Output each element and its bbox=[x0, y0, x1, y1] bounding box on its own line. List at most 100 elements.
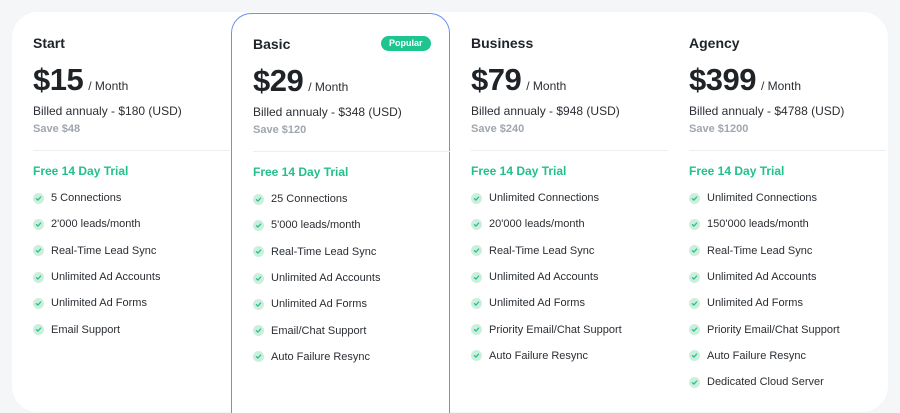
feature-label: Auto Failure Resync bbox=[489, 349, 589, 362]
check-icon bbox=[253, 193, 264, 205]
divider bbox=[689, 150, 886, 151]
feature-list: 25 Connections 5'000 leads/month Real-Ti… bbox=[253, 186, 380, 370]
feature-label: Auto Failure Resync bbox=[271, 350, 371, 363]
plan-name: Basic bbox=[253, 36, 291, 52]
billed-annually-text: Billed annualy - $4788 (USD) bbox=[689, 104, 845, 118]
free-trial-label: Free 14 Day Trial bbox=[471, 164, 567, 178]
check-icon bbox=[253, 219, 264, 231]
feature-item: Unlimited Ad Forms bbox=[253, 291, 380, 317]
plan-price: $15 bbox=[33, 62, 84, 97]
check-icon bbox=[33, 245, 44, 257]
feature-item: Unlimited Ad Accounts bbox=[471, 264, 622, 290]
feature-label: 20'000 leads/month bbox=[489, 218, 585, 231]
feature-item: 150'000 leads/month bbox=[689, 211, 840, 237]
feature-item: Dedicated Cloud Server bbox=[689, 369, 840, 395]
popular-badge: Popular bbox=[381, 36, 431, 51]
check-icon bbox=[471, 245, 482, 257]
plan-price: $79 bbox=[471, 62, 522, 97]
feature-label: Real-Time Lead Sync bbox=[489, 244, 595, 257]
feature-label: Real-Time Lead Sync bbox=[51, 244, 157, 257]
check-icon bbox=[253, 351, 264, 363]
check-icon bbox=[689, 297, 700, 309]
savings-text: Save $1200 bbox=[689, 123, 749, 135]
feature-item: Auto Failure Resync bbox=[471, 343, 622, 369]
check-icon bbox=[471, 350, 482, 362]
savings-text: Save $240 bbox=[471, 123, 525, 135]
feature-item: Priority Email/Chat Support bbox=[471, 316, 622, 342]
free-trial-label: Free 14 Day Trial bbox=[253, 165, 349, 179]
price-period: / Month bbox=[526, 79, 567, 93]
check-icon bbox=[471, 324, 482, 336]
divider bbox=[253, 151, 450, 152]
feature-item: Priority Email/Chat Support bbox=[689, 316, 840, 342]
feature-label: Unlimited Ad Accounts bbox=[707, 271, 817, 284]
feature-item: Unlimited Ad Accounts bbox=[253, 265, 380, 291]
feature-label: 25 Connections bbox=[271, 193, 348, 206]
divider bbox=[471, 150, 668, 151]
feature-label: 150'000 leads/month bbox=[707, 218, 809, 231]
feature-item: Auto Failure Resync bbox=[253, 344, 380, 370]
feature-label: Unlimited Ad Accounts bbox=[489, 271, 599, 284]
plan-card-business: Business $79 / Month Billed annualy - $9… bbox=[450, 0, 668, 400]
feature-item: Unlimited Ad Accounts bbox=[689, 264, 840, 290]
feature-list: 5 Connections 2'000 leads/month Real-Tim… bbox=[33, 185, 160, 343]
feature-item: 20'000 leads/month bbox=[471, 211, 622, 237]
plan-name: Start bbox=[33, 35, 65, 51]
price-row: $29 / Month bbox=[253, 63, 348, 99]
free-trial-label: Free 14 Day Trial bbox=[689, 164, 785, 178]
feature-item: Email/Chat Support bbox=[253, 317, 380, 343]
feature-item: Unlimited Connections bbox=[689, 185, 840, 211]
feature-label: Unlimited Ad Accounts bbox=[271, 272, 381, 285]
price-period: / Month bbox=[308, 80, 349, 94]
feature-label: Email Support bbox=[51, 323, 121, 336]
billed-annually-text: Billed annualy - $180 (USD) bbox=[33, 104, 182, 118]
feature-item: Auto Failure Resync bbox=[689, 343, 840, 369]
check-icon bbox=[689, 271, 700, 283]
feature-item: 5'000 leads/month bbox=[253, 212, 380, 238]
check-icon bbox=[33, 192, 44, 204]
feature-label: Unlimited Connections bbox=[489, 192, 600, 205]
feature-item: Unlimited Ad Forms bbox=[471, 290, 622, 316]
feature-item: 25 Connections bbox=[253, 186, 380, 212]
feature-label: Dedicated Cloud Server bbox=[707, 376, 824, 389]
feature-item: Unlimited Ad Accounts bbox=[33, 264, 160, 290]
check-icon bbox=[253, 246, 264, 258]
feature-item: Unlimited Ad Forms bbox=[689, 290, 840, 316]
savings-text: Save $120 bbox=[253, 124, 307, 136]
feature-label: 2'000 leads/month bbox=[51, 218, 141, 231]
check-icon bbox=[33, 271, 44, 283]
feature-label: Real-Time Lead Sync bbox=[707, 244, 813, 257]
feature-item: Real-Time Lead Sync bbox=[253, 239, 380, 265]
check-icon bbox=[689, 376, 700, 388]
check-icon bbox=[253, 325, 264, 337]
billed-annually-text: Billed annualy - $948 (USD) bbox=[471, 104, 620, 118]
plan-price: $399 bbox=[689, 62, 756, 97]
check-icon bbox=[471, 297, 482, 309]
feature-label: Priority Email/Chat Support bbox=[489, 323, 622, 336]
feature-item: Real-Time Lead Sync bbox=[471, 238, 622, 264]
price-row: $399 / Month bbox=[689, 62, 801, 98]
check-icon bbox=[253, 298, 264, 310]
plan-card-basic[interactable]: Basic Popular $29 / Month Billed annualy … bbox=[231, 13, 450, 413]
feature-label: Unlimited Connections bbox=[707, 192, 818, 205]
savings-text: Save $48 bbox=[33, 123, 81, 135]
billed-annually-text: Billed annualy - $348 (USD) bbox=[253, 105, 402, 119]
divider bbox=[33, 150, 230, 151]
feature-list: Unlimited Connections 150'000 leads/mont… bbox=[689, 185, 840, 395]
feature-label: Email/Chat Support bbox=[271, 324, 367, 337]
feature-label: Unlimited Ad Forms bbox=[707, 297, 803, 310]
check-icon bbox=[471, 218, 482, 230]
check-icon bbox=[689, 350, 700, 362]
price-row: $79 / Month bbox=[471, 62, 566, 98]
plan-card-start: Start $15 / Month Billed annualy - $180 … bbox=[12, 0, 230, 400]
check-icon bbox=[689, 192, 700, 204]
feature-item: 5 Connections bbox=[33, 185, 160, 211]
feature-item: Real-Time Lead Sync bbox=[33, 238, 160, 264]
price-period: / Month bbox=[760, 79, 801, 93]
price-period: / Month bbox=[88, 79, 129, 93]
free-trial-label: Free 14 Day Trial bbox=[33, 164, 129, 178]
feature-item: 2'000 leads/month bbox=[33, 211, 160, 237]
check-icon bbox=[33, 297, 44, 309]
plan-name: Agency bbox=[689, 35, 740, 51]
feature-item: Unlimited Connections bbox=[471, 185, 622, 211]
